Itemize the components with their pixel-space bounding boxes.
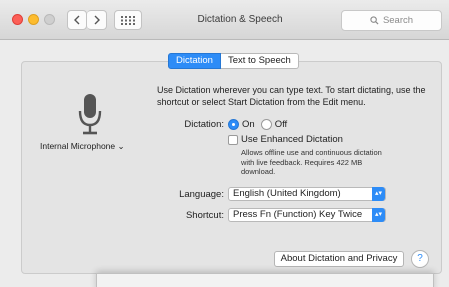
dictation-off-radio[interactable] [260, 119, 272, 130]
grid-icon [121, 15, 135, 25]
dictation-label: Dictation: [184, 119, 224, 130]
dictation-off-label: Off [274, 119, 288, 130]
updown-arrows-icon: ▴▾ [372, 208, 385, 222]
tab-bar: Dictation Text to Speech [168, 53, 299, 69]
updown-arrows-icon: ▴▾ [372, 187, 385, 201]
shortcut-label: Shortcut: [185, 210, 224, 221]
dictation-on-radio[interactable] [228, 119, 239, 130]
dictation-on-label: On [242, 119, 255, 130]
forward-button[interactable] [87, 10, 107, 30]
chevron-left-icon [74, 15, 80, 25]
microphone-source-menu[interactable]: Internal Microphone ⌄ [40, 141, 125, 152]
language-select[interactable]: English (United Kingdom) ▴▾ [228, 187, 386, 201]
dictation-intro-text: Use Dictation wherever you can type text… [157, 85, 426, 107]
minimize-window-button[interactable] [28, 14, 39, 25]
help-button[interactable]: ? [411, 250, 429, 268]
back-button[interactable] [67, 10, 87, 30]
enhanced-dictation-checkbox[interactable] [228, 135, 238, 145]
tab-text-to-speech[interactable]: Text to Speech [220, 53, 299, 69]
search-placeholder: Search [382, 15, 414, 26]
shortcut-select[interactable]: Press Fn (Function) Key Twice ▴▾ [228, 208, 386, 222]
dictation-toggle: On Off [228, 119, 293, 130]
language-value: English (United Kingdom) [233, 188, 341, 199]
tab-dictation[interactable]: Dictation [168, 53, 221, 69]
overlay-sheet [96, 273, 434, 287]
show-all-button[interactable] [114, 10, 142, 30]
enhanced-dictation-label: Use Enhanced Dictation [241, 134, 343, 145]
search-field[interactable]: Search [341, 10, 442, 31]
chevron-right-icon [94, 15, 100, 25]
close-window-button[interactable] [12, 14, 23, 25]
title-bar: Dictation & Speech Search [0, 0, 449, 40]
language-label: Language: [179, 189, 224, 200]
zoom-window-button[interactable] [44, 14, 55, 25]
shortcut-value: Press Fn (Function) Key Twice [233, 209, 363, 220]
about-dictation-privacy-button[interactable]: About Dictation and Privacy [274, 251, 404, 267]
search-icon [370, 16, 379, 25]
enhanced-dictation-description: Allows offline use and continuous dictat… [241, 148, 382, 176]
window-title: Dictation & Speech [197, 14, 283, 25]
microphone-icon [78, 94, 102, 135]
